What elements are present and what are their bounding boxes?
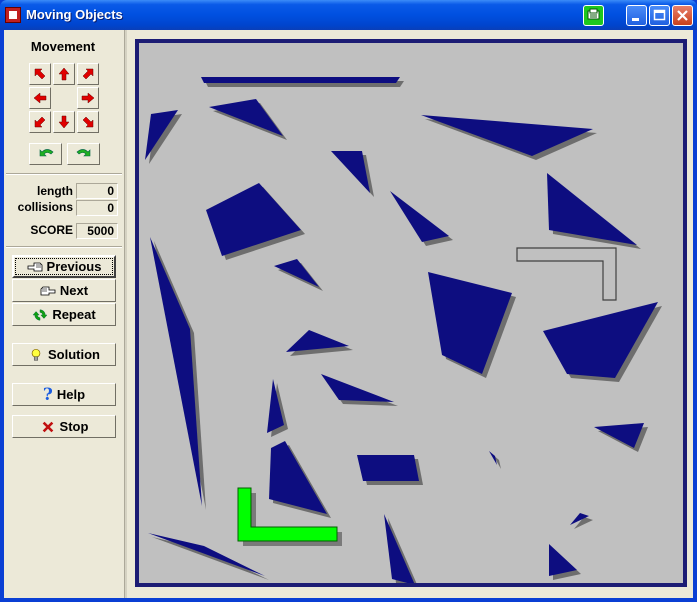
hand-right-icon	[40, 286, 56, 295]
obstacle	[209, 99, 283, 136]
next-button[interactable]: Next	[12, 279, 116, 302]
previous-label: Previous	[46, 259, 102, 274]
title-bar[interactable]: Moving Objects	[0, 0, 697, 30]
move-down-button[interactable]	[53, 111, 75, 133]
move-right-button[interactable]	[77, 87, 99, 109]
minimize-icon[interactable]	[626, 5, 647, 26]
help-label: Help	[56, 387, 86, 402]
window-title: Moving Objects	[26, 7, 123, 22]
target-outline	[516, 247, 617, 301]
game-board-frame	[135, 39, 687, 587]
obstacle	[390, 191, 449, 242]
repeat-button[interactable]: Repeat	[12, 303, 116, 326]
app-window: Moving Objects Movement length 0 collisi…	[0, 0, 697, 602]
question-icon: ?	[42, 384, 53, 405]
obstacle	[201, 77, 400, 83]
rotate-right-button[interactable]	[67, 143, 100, 165]
score-label: SCORE	[30, 223, 73, 237]
collisions-label: collisions	[17, 200, 73, 214]
solution-button[interactable]: Solution	[12, 343, 116, 366]
stop-x-icon	[42, 421, 53, 432]
separator	[6, 173, 122, 175]
repeat-label: Repeat	[52, 307, 96, 322]
rotate-right-icon	[76, 149, 90, 157]
arrow-right-icon	[81, 92, 95, 104]
maximize-icon[interactable]	[649, 5, 670, 26]
close-icon[interactable]	[672, 5, 693, 26]
help-button[interactable]: ? Help	[12, 383, 116, 406]
arrow-down-icon	[58, 115, 70, 129]
solution-label: Solution	[48, 347, 100, 362]
hand-left-icon	[27, 262, 42, 271]
client-area: Movement length 0 collisions 0 SCORE 500…	[4, 30, 693, 598]
app-icon[interactable]	[5, 7, 21, 23]
obstacle	[206, 183, 301, 256]
control-panel: Movement length 0 collisions 0 SCORE 500…	[4, 30, 124, 598]
lightbulb-icon	[31, 348, 41, 361]
obstacle	[321, 374, 394, 402]
obstacle	[421, 115, 593, 156]
obstacle	[428, 272, 512, 374]
arrow-up-right-icon	[82, 68, 94, 80]
game-board[interactable]	[139, 43, 683, 583]
score-value: 5000	[76, 223, 118, 239]
rotate-left-icon	[39, 149, 53, 157]
stop-button[interactable]: Stop	[12, 415, 116, 438]
arrow-left-icon	[33, 92, 47, 104]
move-down-left-button[interactable]	[29, 111, 51, 133]
previous-button[interactable]: Previous	[12, 255, 116, 278]
repeat-icon	[32, 309, 48, 320]
separator	[6, 246, 122, 248]
collisions-value: 0	[76, 200, 118, 216]
obstacle	[274, 259, 319, 287]
rotate-left-button[interactable]	[29, 143, 62, 165]
move-up-button[interactable]	[53, 63, 75, 85]
obstacle	[357, 455, 419, 481]
length-value: 0	[76, 183, 118, 199]
arrow-up-icon	[58, 67, 70, 81]
stop-label: Stop	[59, 419, 89, 434]
move-up-right-button[interactable]	[77, 63, 99, 85]
move-up-left-button[interactable]	[29, 63, 51, 85]
board-canvas[interactable]	[139, 43, 683, 583]
movement-title: Movement	[30, 39, 96, 54]
print-icon[interactable]	[583, 5, 604, 26]
movement-center	[53, 87, 75, 109]
next-label: Next	[59, 283, 89, 298]
arrow-down-left-icon	[34, 116, 46, 128]
move-down-right-button[interactable]	[77, 111, 99, 133]
obstacle-layer	[145, 77, 662, 583]
panel-divider	[124, 30, 127, 598]
arrow-down-right-icon	[82, 116, 94, 128]
arrow-up-left-icon	[34, 68, 46, 80]
length-label: length	[37, 184, 73, 198]
move-left-button[interactable]	[29, 87, 51, 109]
